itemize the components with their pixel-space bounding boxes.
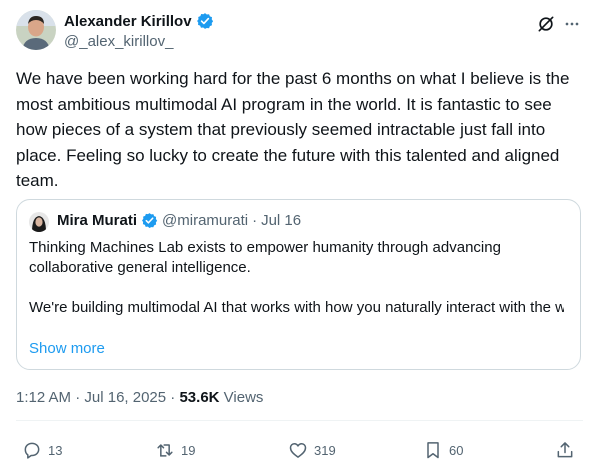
verified-badge-icon bbox=[196, 13, 213, 29]
bookmark-button[interactable]: 60 bbox=[423, 440, 463, 460]
like-count: 319 bbox=[314, 442, 336, 458]
bookmark-count: 60 bbox=[449, 442, 464, 458]
views-label: Views bbox=[223, 389, 264, 406]
show-more-link[interactable]: Show more bbox=[29, 340, 105, 357]
meta-separator: · bbox=[170, 389, 176, 406]
quote-paragraph: We're building multimodal AI that works … bbox=[29, 299, 564, 316]
reply-button[interactable]: 13 bbox=[22, 440, 62, 460]
like-button[interactable]: 319 bbox=[288, 440, 336, 460]
tweet-time[interactable]: 1:12 AM bbox=[16, 389, 71, 406]
share-button[interactable] bbox=[555, 440, 575, 460]
verified-badge-icon bbox=[142, 213, 158, 228]
author-avatar[interactable] bbox=[16, 10, 56, 50]
repost-icon bbox=[157, 444, 173, 457]
bookmark-icon bbox=[427, 442, 439, 459]
repost-button[interactable]: 19 bbox=[155, 440, 195, 460]
quote-author-handle[interactable]: @miramurati bbox=[162, 212, 248, 229]
author-name-row[interactable]: Alexander Kirillov bbox=[64, 12, 214, 30]
tweet-metadata: 1:12 AM · Jul 16, 2025 · 53.6K Views bbox=[16, 389, 263, 406]
quoted-tweet[interactable]: Mira Murati @miramurati · Jul 16 Thinkin… bbox=[16, 199, 581, 370]
tweet-text: We have been working hard for the past 6… bbox=[16, 69, 570, 190]
grok-icon[interactable] bbox=[536, 14, 556, 34]
quote-date[interactable]: Jul 16 bbox=[261, 212, 301, 229]
quote-separator: · bbox=[252, 212, 258, 229]
quote-author-avatar[interactable] bbox=[29, 212, 49, 232]
quote-text: Thinking Machines Lab exists to empower … bbox=[29, 238, 569, 318]
heart-icon bbox=[289, 443, 307, 458]
author-handle[interactable]: @_alex_kirillov_ bbox=[64, 33, 173, 50]
divider bbox=[16, 420, 583, 421]
quote-header: Mira Murati @miramurati · Jul 16 bbox=[57, 212, 301, 229]
meta-separator: · bbox=[75, 389, 81, 406]
share-icon bbox=[557, 442, 573, 458]
tweet: Alexander Kirillov @_alex_kirillov_ We h… bbox=[0, 0, 599, 475]
views-count: 53.6K bbox=[179, 389, 220, 406]
repost-count: 19 bbox=[181, 442, 196, 458]
reply-count: 13 bbox=[48, 442, 63, 458]
more-icon[interactable] bbox=[562, 14, 582, 34]
tweet-date[interactable]: Jul 16, 2025 bbox=[84, 389, 166, 406]
author-name[interactable]: Alexander Kirillov bbox=[64, 13, 192, 30]
reply-icon bbox=[24, 442, 40, 459]
quote-author-name[interactable]: Mira Murati bbox=[57, 212, 137, 229]
quote-paragraph: Thinking Machines Lab exists to empower … bbox=[29, 239, 501, 276]
